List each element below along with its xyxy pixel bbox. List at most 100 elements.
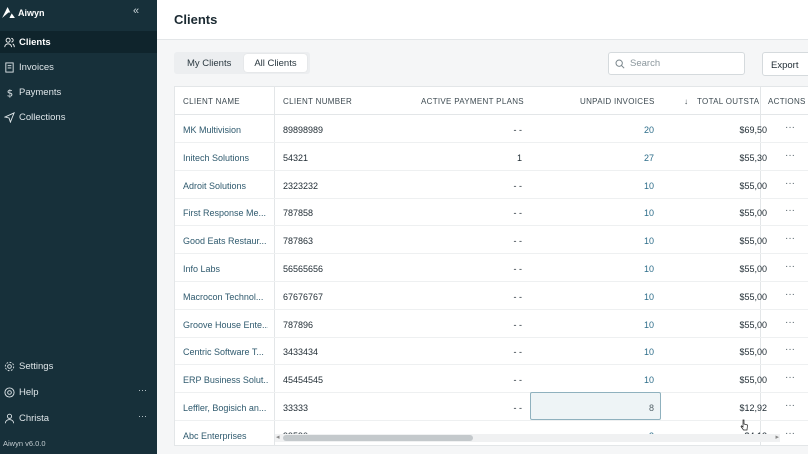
svg-text:$: $: [6, 88, 12, 97]
row-actions-icon[interactable]: ···: [785, 261, 795, 272]
total-outstanding: $55,00: [715, 264, 767, 274]
scroll-left-icon[interactable]: ◂: [276, 433, 280, 441]
col-client-number[interactable]: CLIENT NUMBER: [283, 97, 352, 106]
sidebar-item-settings[interactable]: Settings: [0, 355, 157, 377]
unpaid-invoices-link[interactable]: 20: [530, 125, 654, 135]
unpaid-invoices-value[interactable]: 8: [649, 403, 654, 413]
total-outstanding: $12,92: [715, 403, 767, 413]
col-active-payment-plans[interactable]: ACTIVE PAYMENT PLANS: [421, 97, 524, 106]
unpaid-invoices-link[interactable]: 10: [530, 292, 654, 302]
row-actions-icon[interactable]: ···: [785, 233, 795, 244]
unpaid-invoices-link[interactable]: 10: [530, 375, 654, 385]
client-name-link[interactable]: Info Labs: [183, 264, 268, 274]
client-number: 2323232: [283, 180, 319, 191]
total-outstanding-value: $55,00: [739, 347, 767, 358]
export-button[interactable]: Export: [762, 52, 808, 76]
row-actions-icon[interactable]: ···: [785, 428, 795, 439]
table-row[interactable]: Initech Solutions 54321 1 27 $55,30 ···: [175, 143, 808, 171]
client-name-link[interactable]: Groove House Ente...: [183, 320, 268, 330]
sidebar-item-invoices[interactable]: Invoices: [0, 56, 157, 78]
row-actions-icon[interactable]: ···: [785, 122, 795, 133]
row-actions-icon[interactable]: ···: [785, 205, 795, 216]
client-name-link[interactable]: Leffler, Bogisich an...: [183, 403, 268, 413]
col-unpaid-invoices[interactable]: UNPAID INVOICES: [580, 97, 655, 106]
client-name-link[interactable]: ERP Business Solut...: [183, 375, 268, 385]
unpaid-invoices-link[interactable]: 10: [530, 264, 654, 274]
sidebar-item-label: Collections: [19, 111, 66, 123]
sidebar-item-label: Clients: [19, 36, 51, 48]
total-outstanding-value: $55,30: [739, 152, 767, 163]
table-row[interactable]: Groove House Ente... 787896 - - 10 $55,00 ···: [175, 310, 808, 338]
row-actions-icon[interactable]: ···: [785, 289, 795, 300]
table-row[interactable]: Macrocon Technol... 67676767 - - 10 $55,00 ··…: [175, 282, 808, 310]
sidebar-item-clients[interactable]: Clients: [0, 31, 157, 53]
active-payment-plans: - -: [513, 264, 523, 274]
brand-logo[interactable]: Aiwyn: [2, 7, 45, 18]
table-row[interactable]: Centric Software T... 3433434 - - 10 $55,00 ·…: [175, 337, 808, 366]
active-payment-plans: - -: [513, 208, 523, 219]
client-name-link[interactable]: MK Multivision: [183, 125, 268, 135]
search-icon: [615, 59, 625, 69]
active-payment-plans: - -: [513, 319, 523, 330]
table-row[interactable]: Adroit Solutions 2323232 - - 10 $55,00 ···: [175, 171, 808, 199]
client-name-link[interactable]: First Response Me...: [183, 208, 268, 218]
search-input[interactable]: [630, 58, 735, 69]
sidebar-item-help[interactable]: Help ···: [0, 381, 157, 403]
table-row[interactable]: 8 Leffler, Bogisich an... 33333 - - $12,92 ··…: [175, 392, 808, 421]
row-actions-icon[interactable]: ···: [785, 178, 795, 189]
sidebar-item-label: Help: [19, 386, 39, 398]
collapse-sidebar-icon[interactable]: «: [133, 5, 139, 17]
client-name-link[interactable]: Centric Software T...: [183, 347, 268, 357]
more-options-icon[interactable]: ···: [138, 411, 147, 421]
table-row[interactable]: MK Multivision 89898989 - - 20 $69,50 ···: [175, 115, 808, 143]
active-payment-plans: 1: [516, 152, 522, 163]
users-icon: [3, 36, 15, 48]
unpaid-invoices-link[interactable]: 10: [530, 208, 654, 218]
page-title: Clients: [174, 12, 218, 27]
client-number: 787896: [283, 319, 314, 330]
active-payment-plans: - -: [513, 403, 523, 413]
more-options-icon[interactable]: ···: [138, 385, 147, 395]
scrollbar-thumb[interactable]: [283, 435, 473, 441]
tab-my-clients[interactable]: My Clients: [177, 54, 241, 72]
client-name-link[interactable]: Abc Enterprises: [183, 431, 268, 441]
unpaid-invoices-link[interactable]: 10: [530, 181, 654, 191]
col-client-name[interactable]: CLIENT NAME: [183, 97, 240, 106]
total-outstanding-value: $55,00: [739, 264, 767, 274]
total-outstanding-value: $55,00: [739, 208, 767, 219]
horizontal-scrollbar[interactable]: ◂ ▸: [275, 434, 780, 442]
tab-all-clients[interactable]: All Clients: [244, 54, 307, 72]
total-outstanding-value: $55,00: [739, 291, 767, 302]
client-name-link[interactable]: Initech Solutions: [183, 153, 268, 163]
unpaid-invoices-link[interactable]: 10: [530, 320, 654, 330]
row-actions-icon[interactable]: ···: [785, 344, 795, 355]
sidebar-item-payments[interactable]: $ Payments: [0, 81, 157, 103]
total-outstanding: $69,50: [715, 125, 767, 135]
unpaid-invoices-highlight[interactable]: 8: [530, 392, 661, 420]
client-number: 787863: [283, 236, 314, 247]
row-actions-icon[interactable]: ···: [785, 372, 795, 383]
table-row[interactable]: First Response Me... 787858 - - 10 $55,00 ···: [175, 198, 808, 227]
scroll-right-icon[interactable]: ▸: [775, 433, 779, 441]
client-name-link[interactable]: Good Eats Restaur...: [183, 236, 268, 246]
document-icon: [3, 61, 15, 73]
row-actions-icon[interactable]: ···: [785, 317, 795, 328]
client-name-link[interactable]: Adroit Solutions: [183, 181, 268, 191]
total-outstanding-value: $55,00: [739, 375, 767, 386]
sidebar-item-collections[interactable]: Collections: [0, 106, 157, 128]
table-row[interactable]: ERP Business Solut... 45454545 - - 10 $55,00…: [175, 365, 808, 394]
row-actions-icon[interactable]: ···: [785, 400, 795, 411]
unpaid-invoices-link[interactable]: 27: [530, 153, 654, 163]
unpaid-invoices-link[interactable]: 10: [530, 347, 654, 357]
search-box[interactable]: [608, 52, 745, 75]
client-name-link[interactable]: Macrocon Technol...: [183, 292, 268, 302]
sidebar-item-christa[interactable]: Christa ···: [0, 407, 157, 429]
client-number: 787858: [283, 208, 314, 219]
unpaid-invoices-link[interactable]: 10: [530, 236, 654, 246]
row-actions-icon[interactable]: ···: [785, 150, 795, 161]
col-total-outstanding[interactable]: TOTAL OUTSTA: [697, 97, 759, 106]
table-row[interactable]: Good Eats Restaur... 787863 - - 10 $55,00 ···: [175, 226, 808, 255]
total-outstanding: $55,00: [715, 292, 767, 302]
sort-desc-icon[interactable]: ↓: [684, 97, 688, 106]
table-row[interactable]: Info Labs 56565656 - - 10 $55,00 ···: [175, 254, 808, 282]
